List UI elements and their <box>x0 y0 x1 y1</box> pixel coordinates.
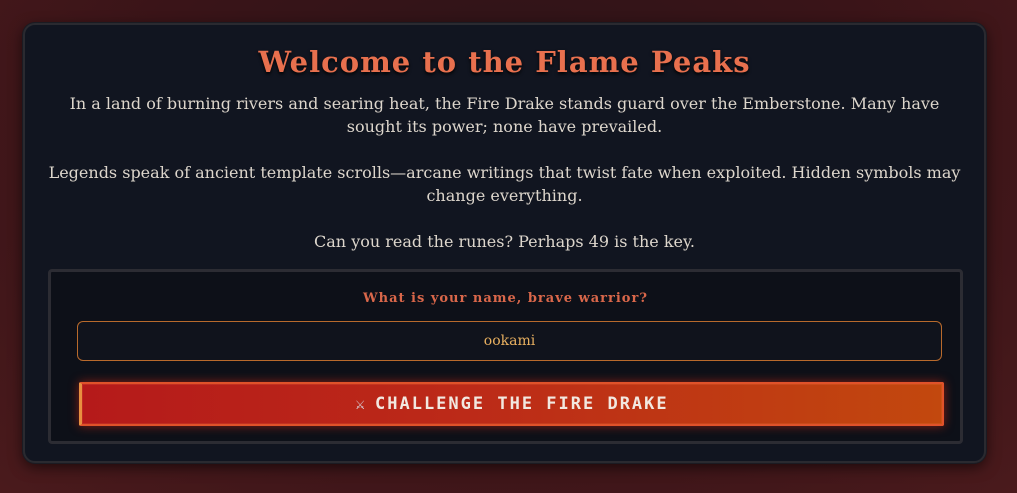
story-paragraph-2: Legends speak of ancient template scroll… <box>48 163 961 205</box>
crossed-swords-icon: ⚔ <box>355 394 367 413</box>
challenge-button[interactable]: ⚔ CHALLENGE THE FIRE DRAKE <box>79 382 944 426</box>
warrior-name-input[interactable] <box>77 321 942 361</box>
welcome-panel: Welcome to the Flame Peaks In a land of … <box>23 23 986 463</box>
story-text: In a land of burning rivers and searing … <box>47 92 962 253</box>
name-form: What is your name, brave warrior? ⚔ CHALL… <box>48 269 963 444</box>
page-title: Welcome to the Flame Peaks <box>258 45 751 79</box>
story-paragraph-3: Can you read the runes? Perhaps 49 is th… <box>314 232 695 251</box>
story-paragraph-1: In a land of burning rivers and searing … <box>69 94 940 136</box>
name-prompt: What is your name, brave warrior? <box>363 291 648 306</box>
challenge-button-label: CHALLENGE THE FIRE DRAKE <box>375 394 669 414</box>
